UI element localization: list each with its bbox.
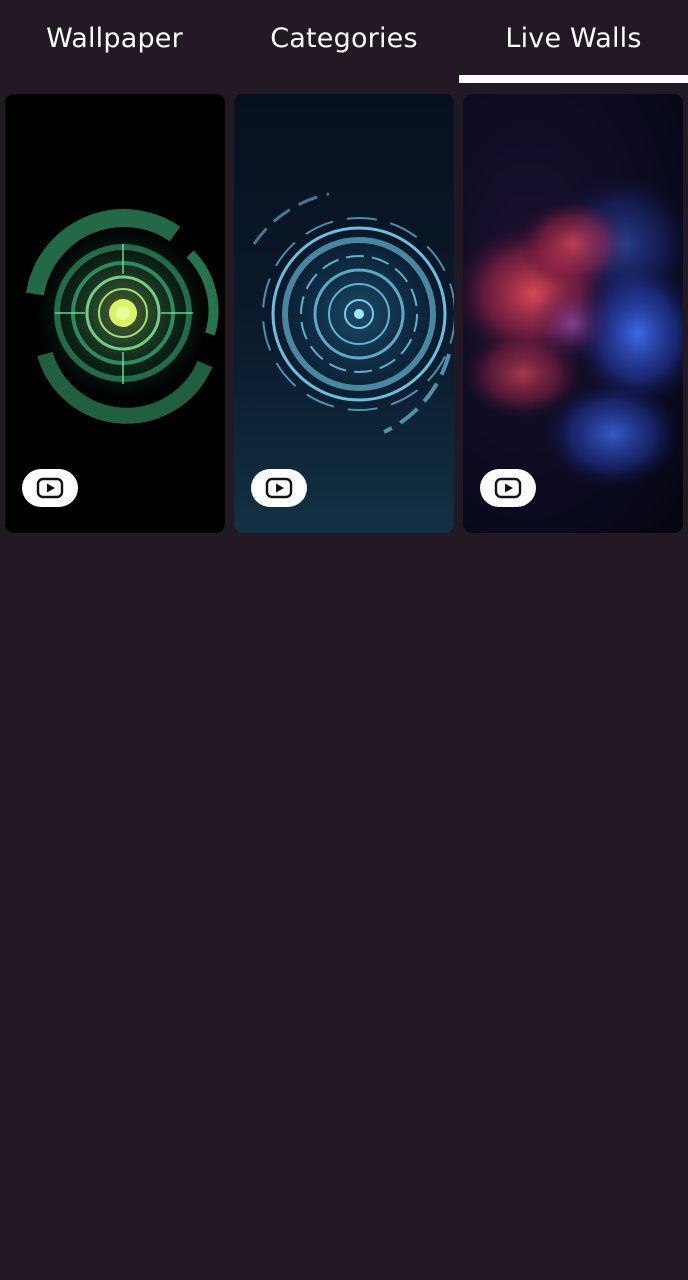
tab-wallpaper[interactable]: Wallpaper — [0, 0, 229, 76]
selected-tab-indicator — [459, 75, 688, 83]
tab-live-walls[interactable]: Live Walls — [459, 0, 688, 76]
live-wall-thumbnail-blue-hud — [252, 192, 454, 434]
live-wall-thumbnail-green-hud — [26, 209, 219, 424]
top-tab-bar: Wallpaper Categories Live Walls — [0, 0, 688, 84]
video-play-icon — [494, 477, 522, 499]
live-wall-card-2[interactable] — [234, 94, 454, 533]
live-wall-card-3[interactable] — [463, 94, 683, 533]
video-play-icon — [36, 477, 64, 499]
video-play-badge — [22, 469, 78, 507]
video-play-badge — [480, 469, 536, 507]
live-wall-card-1[interactable] — [5, 94, 225, 533]
tab-categories[interactable]: Categories — [229, 0, 459, 76]
live-wall-thumbnail-smoke — [463, 174, 683, 489]
video-play-badge — [251, 469, 307, 507]
video-play-icon — [265, 477, 293, 499]
